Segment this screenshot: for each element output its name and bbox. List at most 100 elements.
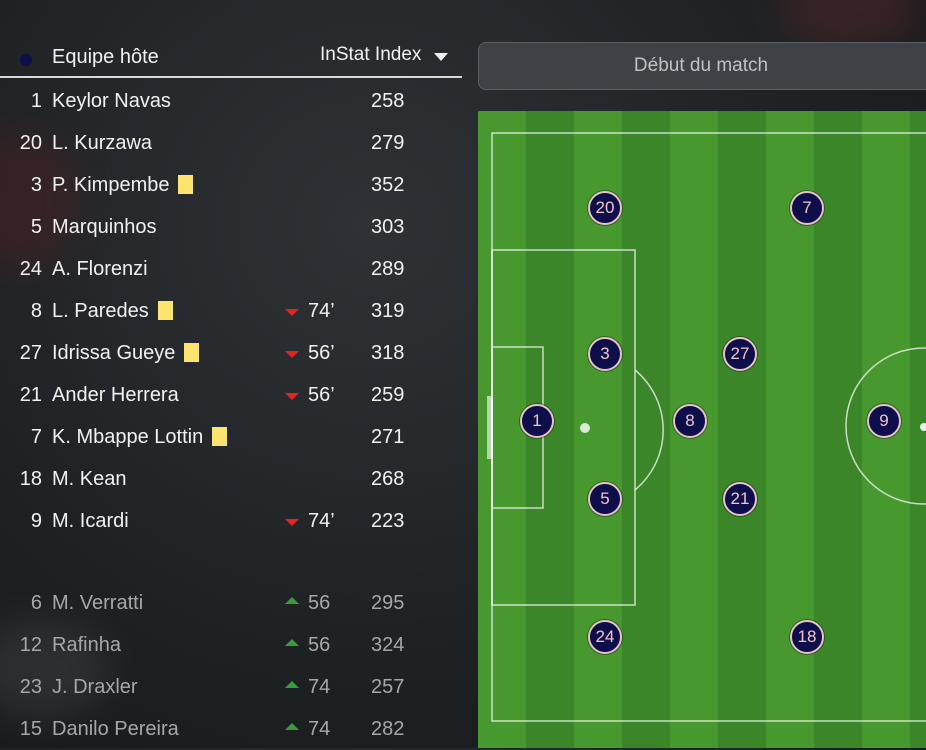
player-name: Marquinhos [52, 216, 157, 239]
player-name-text: Ander Herrera [52, 384, 179, 406]
player-name: Danilo Pereira [52, 718, 179, 741]
player-number: 12 [19, 634, 42, 656]
team-color-dot [20, 54, 32, 66]
player-name: L. Kurzawa [52, 132, 152, 155]
instat-index-value: 295 [371, 592, 405, 614]
player-name-text: A. Florenzi [52, 258, 148, 280]
sub-out-arrow-icon [285, 393, 299, 400]
player-marker-27[interactable]: 27 [723, 337, 757, 371]
player-number: 1 [30, 90, 42, 112]
player-number: 7 [30, 426, 42, 448]
starter-player-row[interactable]: 8 L. Paredes 74’ 319 [0, 290, 462, 332]
yellow-card-icon [157, 301, 173, 320]
starter-player-row[interactable]: 9 M. Icardi 74’ 223 [0, 500, 462, 542]
player-name-text: L. Kurzawa [52, 132, 153, 154]
player-number: 23 [19, 676, 42, 698]
substitution-minute: 56 [308, 592, 331, 614]
goal [487, 396, 493, 459]
starter-player-row[interactable]: 3 P. Kimpembe 352 [0, 164, 462, 206]
player-marker-18[interactable]: 18 [790, 620, 824, 654]
player-number: 8 [30, 300, 42, 322]
bench-player-row[interactable]: 23 J. Draxler 74 257 [0, 666, 462, 708]
player-number: 24 [19, 258, 42, 280]
sort-dropdown-label[interactable]: InStat Index [320, 44, 421, 66]
sub-in-arrow-icon [285, 597, 299, 604]
starter-player-row[interactable]: 7 K. Mbappe Lottin 271 [0, 416, 462, 458]
substitution-minute: 74 [308, 718, 331, 740]
lineup-panel: Equipe hôte InStat Index 1 Keylor Navas 25… [0, 0, 470, 748]
penalty-spot [580, 423, 590, 433]
player-marker-20[interactable]: 20 [588, 191, 622, 225]
player-number: 21 [19, 384, 42, 406]
player-name-text: M. Kean [52, 468, 127, 490]
player-marker-3[interactable]: 3 [588, 337, 622, 371]
instat-index-value: 258 [371, 90, 405, 112]
player-name: L. Paredes [52, 300, 173, 323]
match-start-button[interactable]: Début du match [478, 42, 926, 90]
player-name-text: Rafinha [52, 634, 121, 656]
player-number: 27 [19, 342, 42, 364]
player-name-text: M. Verratti [52, 592, 144, 614]
instat-index-value: 318 [371, 342, 405, 364]
player-name: Keylor Navas [52, 90, 171, 113]
player-number: 5 [30, 216, 42, 238]
sub-out-arrow-icon [285, 351, 299, 358]
starter-player-row[interactable]: 20 L. Kurzawa 279 [0, 122, 462, 164]
sub-in-arrow-icon [285, 639, 299, 646]
center-spot [920, 423, 926, 431]
player-number: 15 [19, 718, 42, 740]
starter-player-row[interactable]: 21 Ander Herrera 56’ 259 [0, 374, 462, 416]
sub-out-arrow-icon [285, 309, 299, 316]
player-name-text: Danilo Pereira [52, 718, 179, 740]
starter-player-row[interactable]: 27 Idrissa Gueye 56’ 318 [0, 332, 462, 374]
instat-index-value: 324 [371, 634, 405, 656]
starter-player-row[interactable]: 18 M. Kean 268 [0, 458, 462, 500]
instat-index-value: 352 [371, 174, 405, 196]
player-number: 9 [30, 510, 42, 532]
player-marker-24[interactable]: 24 [588, 620, 622, 654]
starter-player-row[interactable]: 1 Keylor Navas 258 [0, 80, 462, 122]
yellow-card-icon [178, 175, 194, 194]
pitch: 20 7 3 27 1 8 9 5 21 24 18 [478, 111, 926, 748]
player-name-text: Keylor Navas [52, 90, 171, 112]
match-start-label: Début du match [633, 55, 769, 76]
player-name-text: Marquinhos [52, 216, 157, 238]
player-marker-5[interactable]: 5 [588, 482, 622, 516]
team-name: Equipe hôte [52, 46, 159, 68]
player-name-text: L. Paredes [52, 300, 149, 322]
player-name: J. Draxler [52, 676, 138, 699]
instat-index-value: 268 [371, 468, 405, 490]
substitution-minute: 56 [308, 634, 331, 656]
bench-player-row[interactable]: 15 Danilo Pereira 74 282 [0, 708, 462, 750]
instat-index-value: 279 [371, 132, 405, 154]
player-name: M. Icardi [52, 510, 129, 533]
yellow-card-icon [212, 427, 228, 446]
substitution-minute: 74’ [308, 510, 335, 532]
sub-out-arrow-icon [285, 519, 299, 526]
instat-index-value: 271 [371, 426, 405, 448]
player-name: Ander Herrera [52, 384, 179, 407]
instat-index-value: 282 [371, 718, 405, 740]
player-number: 18 [19, 468, 42, 490]
starter-player-row[interactable]: 5 Marquinhos 303 [0, 206, 462, 248]
instat-index-value: 257 [371, 676, 405, 698]
instat-index-value: 319 [371, 300, 405, 322]
bench-player-row[interactable]: 6 M. Verratti 56 295 [0, 582, 462, 624]
substitution-minute: 74 [308, 676, 331, 698]
starter-player-row[interactable]: 24 A. Florenzi 289 [0, 248, 462, 290]
player-name-text: Idrissa Gueye [52, 342, 176, 364]
bench-player-row[interactable]: 12 Rafinha 56 324 [0, 624, 462, 666]
player-name: K. Mbappe Lottin [52, 426, 228, 449]
sub-in-arrow-icon [285, 681, 299, 688]
player-marker-9[interactable]: 9 [867, 404, 901, 438]
player-marker-7[interactable]: 7 [790, 191, 824, 225]
player-name: P. Kimpembe [52, 174, 194, 197]
caret-down-icon[interactable] [434, 53, 448, 61]
player-marker-1[interactable]: 1 [520, 404, 554, 438]
player-marker-8[interactable]: 8 [673, 404, 707, 438]
instat-index-value: 303 [371, 216, 405, 238]
lineup-header: Equipe hôte InStat Index [0, 38, 462, 78]
instat-index-value: 223 [371, 510, 405, 532]
player-name: M. Kean [52, 468, 126, 491]
player-marker-21[interactable]: 21 [723, 482, 757, 516]
